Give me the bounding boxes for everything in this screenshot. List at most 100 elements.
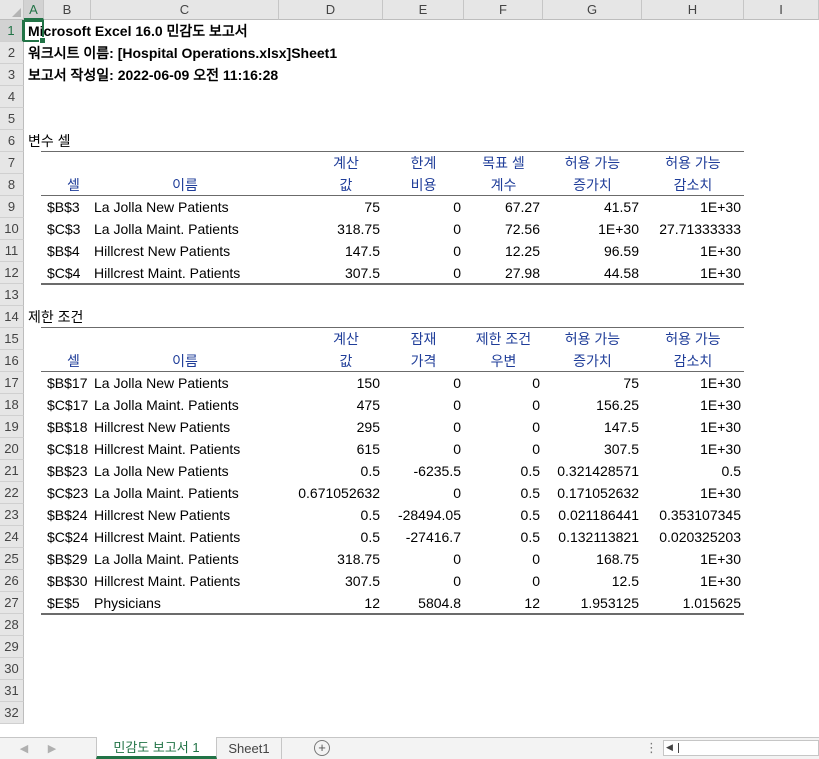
column-header-c[interactable]: C (91, 0, 279, 20)
column-header-h[interactable]: H (642, 0, 744, 20)
constraints-row-5-col-3: -6235.5 (413, 463, 461, 479)
scroll-left-arrow-icon[interactable]: ◀ (666, 742, 673, 753)
row-header-25[interactable]: 25 (0, 548, 24, 570)
row-header-5[interactable]: 5 (0, 108, 24, 130)
constraints-row-11-col-2: 12 (364, 595, 380, 611)
row-header-16[interactable]: 16 (0, 350, 24, 372)
row-header-20[interactable]: 20 (0, 438, 24, 460)
variable-cells-row-3-col-4: 12.25 (504, 243, 540, 259)
row-header-21[interactable]: 21 (0, 460, 24, 482)
variable-cells-row-2-col-5: 1E+30 (598, 221, 639, 237)
row-header-17[interactable]: 17 (0, 372, 24, 394)
constraints-row-2-col-3: 0 (453, 397, 461, 413)
constraints-row-1-col-3: 0 (453, 375, 461, 391)
row-header-6[interactable]: 6 (0, 130, 24, 152)
constraints-row-1-col-1: La Jolla New Patients (94, 375, 229, 391)
horizontal-scrollbar[interactable]: ◀ (663, 740, 819, 756)
row-header-15[interactable]: 15 (0, 328, 24, 350)
row-header-1[interactable]: 1 (0, 20, 24, 42)
row-header-19[interactable]: 19 (0, 416, 24, 438)
constraints-row-10-col-2: 307.5 (344, 573, 380, 589)
constraints-row-5-col-5: 0.321428571 (557, 463, 639, 479)
row-header-3[interactable]: 3 (0, 64, 24, 86)
constraints-row-10-col-6: 1E+30 (700, 573, 741, 589)
constraints-row-8-col-3: -27416.7 (405, 529, 461, 545)
constraints-row-8-col-4: 0.5 (520, 529, 540, 545)
constraints-row-4-col-5: 307.5 (603, 441, 639, 457)
row-header-4[interactable]: 4 (0, 86, 24, 108)
constraints-row-6-col-1: La Jolla Maint. Patients (94, 485, 239, 501)
constraints-header-top-6: 허용 가능 (665, 331, 721, 347)
constraints-row-2-col-0: $C$17 (47, 397, 89, 413)
variable-cells-row-2-col-6: 27.71333333 (659, 221, 741, 237)
constraints-header-bottom-4: 우변 (490, 353, 517, 369)
tab-label: 민감도 보고서 1 (113, 740, 200, 755)
select-all-corner[interactable] (0, 0, 24, 20)
report-title: Microsoft Excel 16.0 민감도 보고서 (28, 23, 248, 39)
constraints-row-6-col-6: 1E+30 (700, 485, 741, 501)
row-header-8[interactable]: 8 (0, 174, 24, 196)
row-header-23[interactable]: 23 (0, 504, 24, 526)
column-header-a[interactable]: A (24, 0, 44, 20)
constraints-row-3-col-0: $B$18 (47, 419, 88, 435)
row-header-26[interactable]: 26 (0, 570, 24, 592)
constraints-row-3-col-1: Hillcrest New Patients (94, 419, 231, 435)
column-header-b[interactable]: B (44, 0, 91, 20)
variable-cells-header-bottom-3: 비용 (410, 177, 437, 193)
row-header-24[interactable]: 24 (0, 526, 24, 548)
constraints-row-4-col-1: Hillcrest Maint. Patients (94, 441, 241, 457)
row-header-9[interactable]: 9 (0, 196, 24, 218)
row-header-7[interactable]: 7 (0, 152, 24, 174)
row-header-28[interactable]: 28 (0, 614, 24, 636)
variable-cells-row-3-col-2: 147.5 (344, 243, 380, 259)
row-header-2[interactable]: 2 (0, 42, 24, 64)
column-header-g[interactable]: G (543, 0, 642, 20)
row-header-18[interactable]: 18 (0, 394, 24, 416)
tab-sensitivity-report-1[interactable]: 민감도 보고서 1 (96, 737, 217, 759)
constraints-row-6-col-4: 0.5 (520, 485, 540, 501)
constraints-row-10-col-3: 0 (453, 573, 461, 589)
row-header-32[interactable]: 32 (0, 702, 24, 724)
variable-cells-table-bottom-rule (41, 283, 744, 285)
row-header-31[interactable]: 31 (0, 680, 24, 702)
variable-cells-header-bottom-2: 값 (339, 177, 353, 193)
plus-icon[interactable]: + (314, 740, 330, 756)
row-header-27[interactable]: 27 (0, 592, 24, 614)
variable-cells-row-1-col-6: 1E+30 (700, 199, 741, 215)
constraints-row-10-col-0: $B$30 (47, 573, 88, 589)
constraints-row-3-col-4: 0 (532, 419, 540, 435)
row-header-30[interactable]: 30 (0, 658, 24, 680)
variable-cells-row-1-col-3: 0 (453, 199, 461, 215)
scrollbar-thumb[interactable] (678, 743, 679, 753)
variable-cells-row-1-col-4: 67.27 (504, 199, 540, 215)
variable-cells-row-4-col-3: 0 (453, 265, 461, 281)
constraints-row-7-col-3: -28494.05 (397, 507, 461, 523)
row-header-10[interactable]: 10 (0, 218, 24, 240)
column-header-f[interactable]: F (464, 0, 543, 20)
spreadsheet-grid[interactable]: ABCDEFGHI 1 2 3 4 5 6 7 8 9 10 11 12 13 14 15 16 17 18 19 2… (0, 0, 819, 737)
constraints-row-7-col-0: $B$24 (47, 507, 88, 523)
column-header-d[interactable]: D (279, 0, 383, 20)
constraints-row-10-col-5: 12.5 (611, 573, 639, 589)
tab-sheet1[interactable]: Sheet1 (217, 737, 282, 759)
row-header-14[interactable]: 14 (0, 306, 24, 328)
active-cell-selection[interactable] (23, 20, 46, 44)
constraints-row-9-col-5: 168.75 (596, 551, 639, 567)
prev-sheet-arrow-icon[interactable]: ◀ (17, 740, 31, 756)
constraints-row-10-col-4: 0 (532, 573, 540, 589)
row-header-29[interactable]: 29 (0, 636, 24, 658)
row-header-13[interactable]: 13 (0, 284, 24, 306)
next-sheet-arrow-icon[interactable]: ▶ (45, 740, 59, 756)
column-header-i[interactable]: I (744, 0, 819, 20)
constraints-row-9-col-4: 0 (532, 551, 540, 567)
constraints-section-title: 제한 조건 (28, 309, 84, 325)
row-header-12[interactable]: 12 (0, 262, 24, 284)
constraints-header-top-4: 제한 조건 (475, 331, 532, 347)
variable-cells-header-top-3: 한계 (410, 155, 437, 171)
constraints-row-5-col-2: 0.5 (360, 463, 380, 479)
column-header-e[interactable]: E (383, 0, 464, 20)
vertical-dots-icon[interactable]: ⋮ (645, 740, 658, 756)
constraints-header-bottom-3: 가격 (410, 353, 437, 369)
row-header-22[interactable]: 22 (0, 482, 24, 504)
row-header-11[interactable]: 11 (0, 240, 24, 262)
